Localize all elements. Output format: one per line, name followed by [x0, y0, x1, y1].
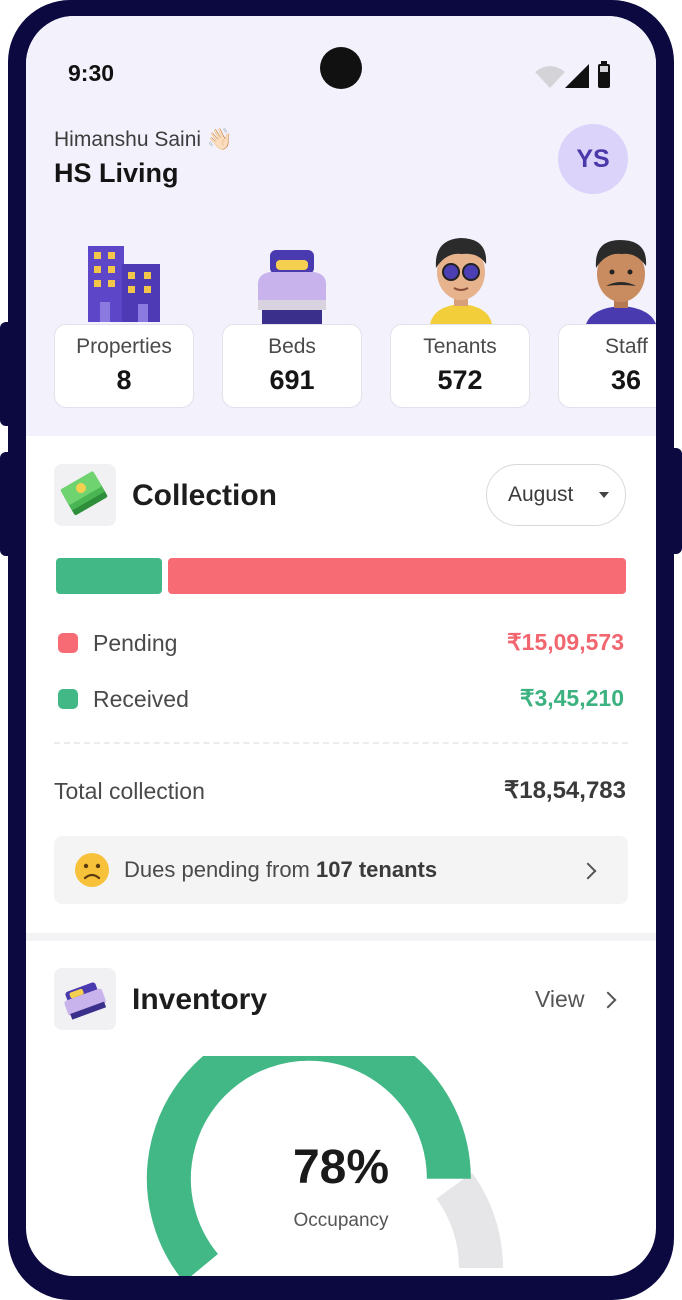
bed-illustration: [258, 250, 326, 324]
received-label: Received: [93, 686, 189, 712]
dues-text: Dues pending from 107 tenants: [124, 857, 437, 883]
sad-face-icon: [75, 853, 109, 887]
pending-label: Pending: [93, 630, 178, 656]
status-icons: [535, 61, 610, 88]
received-amount: ₹3,45,210: [519, 685, 624, 711]
inventory-title: Inventory: [132, 983, 268, 1016]
stat-value: 572: [437, 365, 483, 395]
collection-bar-received: [56, 558, 162, 594]
status-time: 9:30: [68, 60, 115, 86]
stat-card-properties[interactable]: Properties 8: [54, 324, 194, 408]
stat-label: Properties: [76, 335, 172, 358]
section-separator: [26, 933, 656, 941]
phone-side-button-left-1: [0, 322, 16, 426]
total-collection-amount: ₹18,54,783: [503, 777, 626, 804]
phone-side-button-left-2: [0, 452, 16, 556]
phone-screen: 9:30 Himanshu Saini 👋🏻 HS Living YS Prop…: [26, 16, 656, 1276]
dashed-divider: [54, 742, 628, 744]
phone-side-button-right: [666, 448, 682, 554]
camera-cutout: [320, 47, 362, 89]
tenant-avatar-illustration: [430, 238, 492, 324]
stat-value: 691: [269, 365, 315, 395]
view-button[interactable]: View: [535, 986, 584, 1013]
month-dropdown[interactable]: August: [486, 464, 626, 526]
user-name: Himanshu Saini: [54, 128, 202, 151]
collection-title: Collection: [132, 479, 278, 512]
wifi-icon: [535, 66, 565, 88]
greeting: Himanshu Saini 👋🏻: [54, 128, 233, 152]
total-collection-label: Total collection: [54, 778, 205, 804]
collection-bar-pending: [168, 558, 626, 594]
buildings-illustration: [88, 246, 160, 322]
cash-stack-icon: [54, 464, 116, 526]
dues-pending-banner[interactable]: Dues pending from 107 tenants: [54, 836, 628, 904]
stat-card-beds[interactable]: Beds 691: [222, 324, 362, 408]
dues-prefix: Dues pending from: [124, 857, 310, 882]
signal-icon: [565, 64, 589, 88]
staff-avatar-illustration: [586, 240, 656, 324]
pending-dot: [58, 633, 78, 653]
month-dropdown-value: August: [508, 483, 574, 506]
stat-value: 8: [116, 365, 132, 395]
bed-icon: [54, 968, 116, 1030]
caret-down-icon: [599, 492, 609, 498]
avatar[interactable]: YS: [558, 124, 628, 194]
stat-label: Tenants: [423, 335, 497, 358]
waving-hand-icon: 👋🏻: [206, 128, 234, 151]
received-dot: [58, 689, 78, 709]
dues-count: 107 tenants: [316, 857, 438, 882]
stat-card-staff[interactable]: Staff 36: [558, 324, 656, 408]
view-label: View: [535, 986, 585, 1012]
stat-label: Staff: [605, 335, 648, 358]
battery-icon: [598, 61, 610, 88]
chevron-right-icon: [599, 991, 617, 1009]
occupancy-label: Occupancy: [293, 1210, 389, 1231]
stat-value: 36: [611, 365, 642, 395]
stat-card-tenants[interactable]: Tenants 572: [390, 324, 530, 408]
chevron-right-icon: [579, 862, 597, 880]
pending-amount: ₹15,09,573: [507, 629, 624, 655]
business-name: HS Living: [54, 158, 179, 188]
stat-label: Beds: [268, 335, 316, 358]
occupancy-percent: 78%: [292, 1141, 390, 1194]
